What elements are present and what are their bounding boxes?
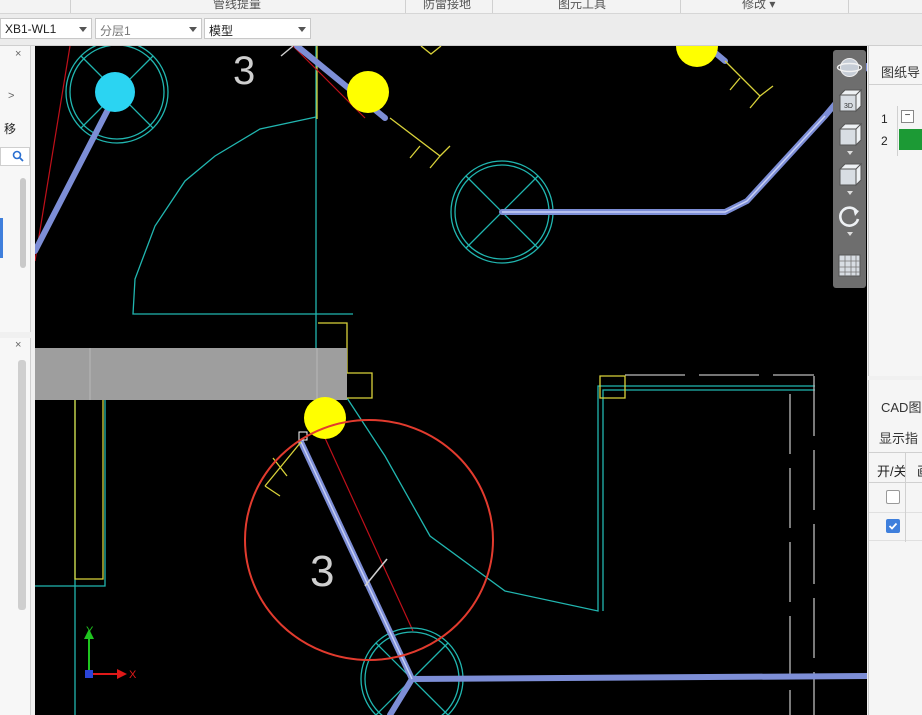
panel-label: 移 [4,122,17,136]
divider [869,482,922,483]
rotate-icon[interactable] [836,202,863,229]
view-toolbar: 3D [833,50,866,288]
drawing-list-panel: 图纸导 1 2 − [868,46,922,376]
node-yellow-top-right[interactable] [676,46,718,67]
model-select-value: 模型 [209,24,234,38]
check-icon [888,522,898,530]
divider [869,512,922,513]
scrollbar[interactable] [18,360,26,610]
ribbon-separator [848,0,849,13]
divider [897,106,898,156]
pipe-bottom [409,673,867,682]
panel-subtitle: 显示指 [879,431,919,446]
pipe-count-label-circle: 3 [310,547,334,596]
yellow-tick-right [724,60,774,109]
highlight-circle [244,419,494,661]
column-header-toggle: 开/关 [877,464,907,479]
ribbon-tab-lightning[interactable]: 防雷接地 [423,0,471,12]
row-number: 1 [881,112,888,126]
left-panel-top: × > 移 [0,46,31,332]
column-header: 画 [917,461,922,480]
chevron-down-icon [189,27,197,32]
ucs-axis-icon: Y X [84,625,137,681]
yellow-wall-stub [420,46,442,55]
divider [869,84,922,85]
ribbon-tab-element-tools[interactable]: 图元工具 [558,0,606,12]
divider [869,540,922,541]
selection-marker [0,218,3,258]
label-slash-top [280,46,294,57]
drawing-select-value: XB1-WL1 [5,22,57,36]
axis-x-label: X [129,669,137,681]
cad-canvas[interactable]: 3 3 Y X [35,46,867,715]
wall-line-left-2 [35,400,106,587]
beam-band [35,348,347,400]
lamp-bottom [360,627,464,715]
axis-y-label: Y [86,625,94,637]
close-icon[interactable]: × [15,48,21,60]
pipe-right [499,63,867,215]
chevron-down-icon[interactable] [847,151,853,155]
floor-select-value: 分层1 [100,24,131,38]
pipe-count-label-top: 3 [233,49,255,93]
search-icon [12,150,24,162]
divider [905,452,906,542]
grid-view-icon[interactable] [836,252,863,279]
node-cyan[interactable] [95,72,135,112]
scrollbar[interactable] [20,178,26,268]
label-slash-circle [364,558,388,587]
svg-text:3D: 3D [844,103,853,110]
divider [869,452,922,453]
ribbon-separator [70,0,71,13]
chevron-down-icon [79,27,87,32]
selected-row[interactable] [899,129,922,150]
model-select[interactable]: 模型 [204,18,311,39]
layer-checkbox-checked[interactable] [886,519,900,533]
cube-icon[interactable] [836,122,863,149]
chevron-down-icon [298,27,306,32]
chevron-right-icon[interactable]: > [8,90,14,102]
ribbon-separator [492,0,493,13]
cad-layer-panel: CAD图 显示指 开/关 画 [868,380,922,715]
panel-title: 图纸导 [881,65,921,80]
yellow-wall-box [599,375,626,399]
chevron-down-icon[interactable] [847,232,853,236]
drawing-select[interactable]: XB1-WL1 [0,18,92,39]
floor-select[interactable]: 分层1 [95,18,202,39]
ribbon-bar: 管线提量 防雷接地 图元工具 修改 ▾ [0,0,922,14]
yellow-wall-left [74,400,104,580]
ribbon-tab-pipe-quantity[interactable]: 管线提量 [213,0,261,12]
yellow-tick-top [389,117,451,169]
wall-outline-lower-inner [602,389,815,611]
left-panel-bottom: × [0,338,31,715]
ribbon-tab-modify[interactable]: 修改 ▾ [742,0,775,12]
3d-view-icon[interactable]: 3D [836,88,863,115]
wall-outline-upper [132,116,353,315]
cube-down-icon[interactable] [836,162,863,189]
cad-drawing[interactable]: 3 3 Y X [35,46,867,715]
selector-toolbar: XB1-WL1 分层1 模型 [0,14,922,46]
node-yellow-middle[interactable] [304,397,346,439]
yellow-tick-circle [264,441,302,497]
search-input[interactable] [0,147,30,166]
row-number: 2 [881,134,888,148]
chevron-down-icon[interactable] [847,191,853,195]
red-line-circle [324,437,414,632]
tree-toggle[interactable]: − [901,110,914,123]
ribbon-separator [405,0,406,13]
globe-icon[interactable] [836,54,863,81]
layer-checkbox[interactable] [886,490,900,504]
ribbon-separator [680,0,681,13]
node-yellow-top[interactable] [347,71,389,113]
panel-title: CAD图 [881,400,922,415]
close-icon[interactable]: × [15,339,21,351]
red-line-left [35,46,71,262]
wall-outline-lower [346,385,815,612]
